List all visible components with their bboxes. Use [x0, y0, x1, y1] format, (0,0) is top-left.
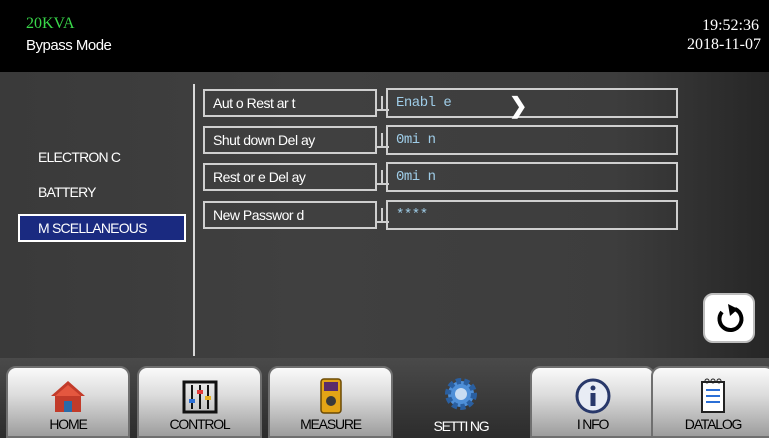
gear-icon — [445, 378, 477, 410]
category-electronic[interactable]: ELECTRON C — [38, 149, 121, 165]
restore-delay-label: Rest or e Del ay — [203, 163, 377, 191]
home-icon — [51, 381, 85, 412]
status-bar: 20KVA Bypass Mode 19:52:36 2018-11-07 — [0, 0, 769, 72]
restore-delay-value[interactable]: 0mi n — [386, 162, 678, 192]
ups-settings-screen: 20KVA Bypass Mode 19:52:36 2018-11-07 EL… — [0, 0, 769, 438]
auto-restart-label: Aut o Rest ar t — [203, 89, 377, 117]
shutdown-delay-value[interactable]: 0mi n — [386, 125, 678, 155]
category-battery[interactable]: BATTERY — [38, 184, 96, 200]
clock-time: 19:52:36 — [702, 17, 759, 34]
nav-control[interactable]: CONTROL — [137, 366, 262, 438]
back-button[interactable] — [703, 293, 755, 343]
nav-measure-label: MEASURE — [300, 416, 362, 432]
measure-icon — [319, 378, 342, 414]
category-divider — [193, 84, 195, 356]
shutdown-delay-label: Shut down Del ay — [203, 126, 377, 154]
nav-home[interactable]: HOME — [6, 366, 130, 438]
nav-setting-label: SETTI NG — [433, 418, 490, 434]
nav-info-label: I NFO — [576, 416, 610, 432]
nav-info[interactable]: I NFO — [530, 366, 655, 438]
nav-home-label: HOME — [49, 416, 87, 432]
operating-mode: Bypass Mode — [26, 37, 112, 54]
datalog-icon — [701, 378, 725, 413]
chevron-right-icon[interactable]: ❯ — [509, 93, 527, 119]
category-miscellaneous[interactable]: M SCELLANEOUS — [18, 214, 186, 242]
nav-datalog-label: DATALOG — [684, 416, 743, 432]
nav-setting[interactable]: SETTI NG — [399, 366, 523, 438]
nav-measure[interactable]: MEASURE — [268, 366, 393, 438]
control-icon — [182, 380, 217, 414]
nav-control-label: CONTROL — [169, 416, 230, 432]
refresh-icon — [717, 304, 744, 333]
clock-date: 2018-11-07 — [686, 36, 761, 53]
info-icon — [575, 378, 610, 414]
ups-rating: 20KVA — [26, 15, 75, 32]
new-password-value[interactable]: **** — [386, 200, 678, 230]
bottom-nav: HOME CONTROL MEASURE SETTI NG I NFO DATA… — [0, 358, 769, 438]
nav-datalog[interactable]: DATALOG — [651, 366, 769, 438]
new-password-label: New Passwor d — [203, 201, 377, 229]
auto-restart-value[interactable]: Enabl e — [386, 88, 678, 118]
